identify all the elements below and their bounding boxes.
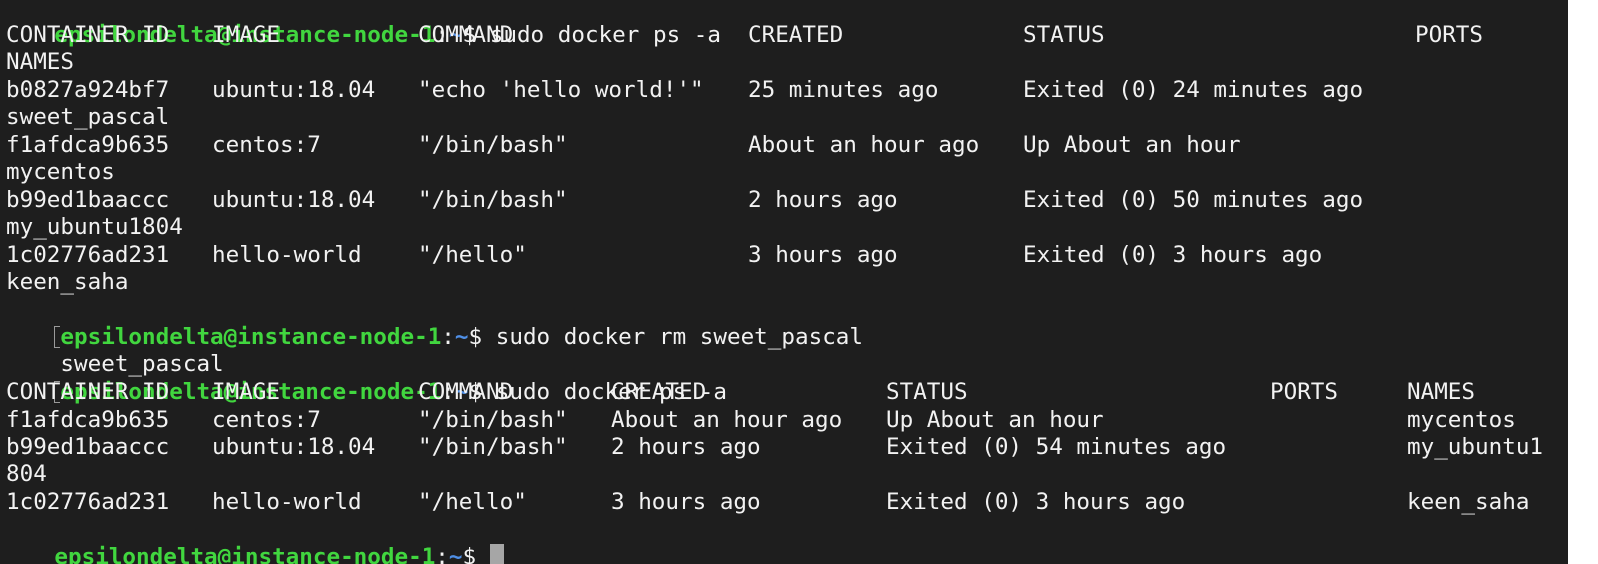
- command-output: sweet_pascal: [6, 324, 223, 377]
- header-names: NAMES: [6, 49, 75, 75]
- table-row: b0827a924bf7 ubuntu:18.04 "echo 'hello w…: [6, 77, 1363, 104]
- container-id: 1c02776ad231: [6, 242, 170, 268]
- container-image: centos:7: [212, 407, 321, 433]
- header-status: STATUS: [886, 379, 968, 405]
- container-id: b99ed1baaccc: [6, 434, 170, 460]
- table-row-wrap: sweet_pascal: [6, 104, 169, 131]
- container-command: "/hello": [418, 489, 527, 515]
- container-created: About an hour ago: [611, 407, 843, 433]
- header-status: STATUS: [1023, 22, 1105, 48]
- header-command: COMMAND: [418, 22, 514, 48]
- container-image: ubuntu:18.04: [212, 187, 376, 213]
- table-header-row: CONTAINER ID IMAGE COMMAND CREATED STATU…: [6, 379, 1475, 406]
- prompt-symbol: $: [468, 324, 496, 350]
- container-status: Exited (0) 24 minutes ago: [1023, 77, 1364, 103]
- prompt-symbol: $: [462, 544, 490, 564]
- prompt-colon: :: [435, 544, 449, 564]
- container-created: 3 hours ago: [748, 242, 898, 268]
- container-id: 1c02776ad231: [6, 489, 170, 515]
- container-name: mycentos: [6, 159, 115, 185]
- container-command: "/bin/bash": [418, 187, 568, 213]
- prompt-path: ~: [448, 544, 463, 564]
- container-name: my_ubuntu1: [1407, 434, 1544, 460]
- scrollbar-track[interactable]: [1568, 0, 1598, 564]
- header-ports: PORTS: [1415, 22, 1484, 48]
- table-row-wrap: mycentos: [6, 159, 115, 186]
- header-names: NAMES: [1407, 379, 1476, 405]
- container-image: centos:7: [212, 132, 321, 158]
- container-command: "/bin/bash": [418, 434, 568, 460]
- table-header-row: CONTAINER ID IMAGE COMMAND CREATED STATU…: [6, 22, 1483, 49]
- prompt-user-host: epsilondelta@instance-node-1: [54, 544, 436, 564]
- container-status: Exited (0) 54 minutes ago: [886, 434, 1227, 460]
- text-cursor[interactable]: [489, 544, 504, 564]
- command-text: sudo docker rm sweet_pascal: [495, 324, 864, 350]
- container-image: ubuntu:18.04: [212, 77, 376, 103]
- command-text: sudo docker ps -a: [489, 22, 721, 48]
- table-row: b99ed1baaccc ubuntu:18.04 "/bin/bash" 2 …: [6, 434, 1543, 461]
- container-name: keen_saha: [1407, 489, 1530, 515]
- container-name: my_ubuntu1804: [6, 214, 183, 240]
- prompt-line: epsilondelta@instance-node-1:~$ sudo doc…: [0, 297, 863, 350]
- prompt-path: ~: [454, 324, 469, 350]
- container-status: Up About an hour: [886, 407, 1104, 433]
- container-id: f1afdca9b635: [6, 407, 170, 433]
- container-status: Exited (0) 3 hours ago: [1023, 242, 1323, 268]
- table-row-wrap: keen_saha: [6, 269, 128, 296]
- container-status: Exited (0) 50 minutes ago: [1023, 187, 1364, 213]
- prompt-line: epsilondelta@instance-node-1:~$ sudo doc…: [0, 0, 721, 48]
- table-row: 1c02776ad231 hello-world "/hello" 3 hour…: [6, 242, 1322, 269]
- table-row: f1afdca9b635 centos:7 "/bin/bash" About …: [6, 132, 1241, 159]
- header-ports: PORTS: [1270, 379, 1339, 405]
- header-image: IMAGE: [212, 22, 281, 48]
- container-status: Up About an hour: [1023, 132, 1241, 158]
- container-created: About an hour ago: [748, 132, 980, 158]
- container-name-wrap: 804: [6, 461, 47, 487]
- table-row: b99ed1baaccc ubuntu:18.04 "/bin/bash" 2 …: [6, 187, 1363, 214]
- prompt-line: epsilondelta@instance-node-1:~$ sudo doc…: [0, 352, 727, 405]
- table-row: 1c02776ad231 hello-world "/hello" 3 hour…: [6, 489, 1529, 516]
- container-command: "/bin/bash": [418, 132, 568, 158]
- prompt-colon: :: [441, 324, 455, 350]
- container-command: "/bin/bash": [418, 407, 568, 433]
- container-image: hello-world: [212, 242, 362, 268]
- header-created: CREATED: [611, 379, 707, 405]
- header-container-id: CONTAINER ID: [6, 22, 170, 48]
- container-command: "/hello": [418, 242, 527, 268]
- container-name: keen_saha: [6, 269, 129, 295]
- container-status: Exited (0) 3 hours ago: [886, 489, 1186, 515]
- container-id: b0827a924bf7: [6, 77, 170, 103]
- header-image: IMAGE: [212, 379, 281, 405]
- container-created: 25 minutes ago: [748, 77, 939, 103]
- container-id: f1afdca9b635: [6, 132, 170, 158]
- table-header-wrap: NAMES: [6, 49, 74, 76]
- header-command: COMMAND: [418, 379, 514, 405]
- container-name: mycentos: [1407, 407, 1516, 433]
- header-container-id: CONTAINER ID: [6, 379, 170, 405]
- container-created: 2 hours ago: [611, 434, 761, 460]
- table-row-wrap: 804: [6, 461, 60, 488]
- terminal-window[interactable]: epsilondelta@instance-node-1:~$ sudo doc…: [0, 0, 1568, 564]
- prompt-line-current[interactable]: epsilondelta@instance-node-1:~$: [0, 517, 504, 564]
- container-id: b99ed1baaccc: [6, 187, 170, 213]
- table-row: f1afdca9b635 centos:7 "/bin/bash" About …: [6, 407, 1516, 434]
- container-name: sweet_pascal: [6, 104, 170, 130]
- header-created: CREATED: [748, 22, 844, 48]
- container-created: 2 hours ago: [748, 187, 898, 213]
- table-row-wrap: my_ubuntu1804: [6, 214, 183, 241]
- container-image: ubuntu:18.04: [212, 434, 376, 460]
- container-command: "echo 'hello world!'": [418, 77, 704, 103]
- container-created: 3 hours ago: [611, 489, 761, 515]
- container-image: hello-world: [212, 489, 362, 515]
